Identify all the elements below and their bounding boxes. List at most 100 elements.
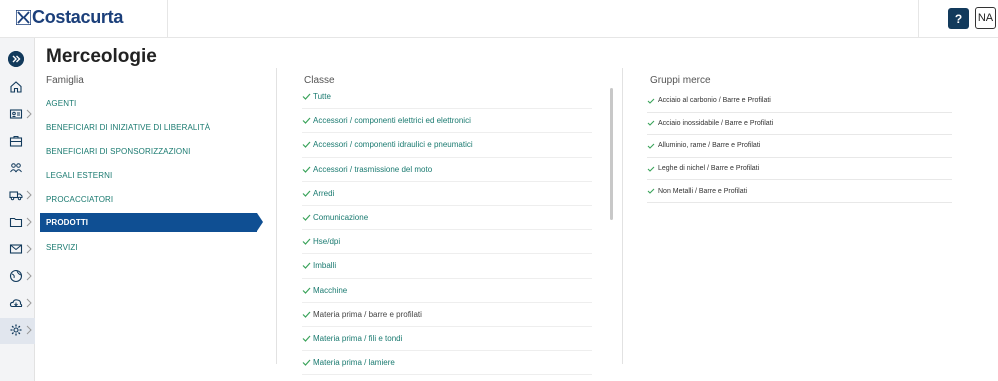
help-button[interactable]: ? [948,8,969,29]
classe-scrollbar[interactable] [610,88,613,220]
famiglia-item-beneficiari-liberalita[interactable]: BENEFICIARI DI INIZIATIVE DI LIBERALITÀ [40,115,264,139]
logo-mark-icon [16,9,31,25]
check-icon [302,335,311,342]
gruppi-list: Acciaio al carbonio / Barre e Profilati … [647,90,952,203]
check-icon [647,98,655,104]
classe-item[interactable]: Materia prima / fili e tondi [302,327,592,352]
sidebar [0,38,35,381]
chevron-right-icon [26,190,32,200]
home-icon [10,81,22,93]
sidebar-item-registry[interactable] [0,102,35,128]
gruppi-item[interactable]: Acciaio inossidabile / Barre e Profilati [647,113,952,136]
chevron-right-icon [26,298,32,308]
gruppi-item[interactable]: Non Metalli / Barre e Profilati [647,180,952,203]
famiglia-item-prodotti-selected[interactable]: PRODOTTI [40,213,263,232]
top-bar: Costacurta ? NA [0,0,998,38]
sidebar-item-messages[interactable] [0,237,35,263]
user-avatar[interactable]: NA [975,7,996,29]
check-icon [302,359,311,367]
sidebar-item-logistics[interactable] [0,183,35,209]
check-icon [302,93,311,100]
check-icon [647,143,655,149]
chevron-right-icon [26,217,32,227]
classe-item-label: Comunicazione [313,213,369,223]
gruppi-item[interactable]: Leghe di nichel / Barre e Profilati [647,158,952,181]
classe-item-label: Accessori / componenti idraulici e pneum… [313,140,473,150]
check-icon [647,166,655,172]
expand-sidebar-icon[interactable] [8,51,24,67]
globe-icon [9,269,23,283]
sidebar-item-documents[interactable] [0,210,35,236]
classe-item-label: Materia prima / fili e tondi [313,333,403,343]
gear-icon [10,324,22,336]
check-icon [302,117,311,125]
check-icon [647,121,655,127]
column-divider [622,68,623,364]
classe-item-label: Imballi [313,261,337,271]
classe-item-label: Accessori / componenti elettrici ed elet… [313,116,471,126]
classe-item[interactable]: Materia prima / lamiere [302,351,592,376]
check-icon [302,238,311,246]
sidebar-item-people[interactable] [0,156,35,182]
classe-item[interactable]: Tutte [302,85,592,110]
check-icon [302,311,311,318]
gruppi-item-label: Leghe di nichel / Barre e Profilati [658,165,760,173]
classe-item-label: Materia prima / barre e profilati [313,309,422,319]
classe-item[interactable]: Hse/dpi [302,230,592,255]
chevron-right-icon [26,271,32,281]
famiglia-item-servizi[interactable]: SERVIZI [40,235,264,259]
check-icon [302,190,311,197]
chevron-right-icon [26,244,32,254]
gruppi-header: Gruppi merce [650,75,711,86]
famiglia-item-legali-esterni[interactable]: LEGALI ESTERNI [40,163,264,187]
check-icon [647,188,655,194]
header-divider [167,0,168,38]
classe-list: Tutte Accessori / componenti elettrici e… [302,85,592,376]
people-icon [10,163,22,173]
mail-icon [9,244,23,254]
famiglia-list: AGENTI BENEFICIARI DI INIZIATIVE DI LIBE… [40,91,264,259]
check-icon [302,214,311,221]
classe-item-label: Hse/dpi [313,237,341,247]
gruppi-item-label: Alluminio, rame / Barre e Profilati [658,142,761,150]
classe-item-label: Macchine [313,285,348,295]
classe-item[interactable]: Accessori / componenti elettrici ed elet… [302,109,592,134]
gruppi-item[interactable]: Alluminio, rame / Barre e Profilati [647,135,952,158]
sidebar-item-settings[interactable] [0,318,35,344]
famiglia-item-beneficiari-sponsorizzazioni[interactable]: BENEFICIARI DI SPONSORIZZAZIONI [40,139,264,163]
brand-name: Costacurta [32,6,124,27]
gruppi-item[interactable]: Acciaio al carbonio / Barre e Profilati [647,90,952,113]
gruppi-item-label: Acciaio al carbonio / Barre e Profilati [658,97,771,105]
classe-item[interactable]: Macchine [302,279,592,303]
header-divider [918,0,919,38]
gruppi-item-label: Non Metalli / Barre e Profilati [658,187,748,195]
check-icon [302,166,311,173]
classe-item-label: Accessori / trasmissione del moto [313,164,433,174]
sidebar-item-home[interactable] [0,75,35,101]
check-icon [302,287,311,294]
column-divider [276,68,277,364]
cloud-download-icon [9,299,23,308]
sidebar-item-downloads[interactable] [0,291,35,317]
truck-icon [9,191,23,201]
gruppi-item-label: Acciaio inossidabile / Barre e Profilati [658,119,774,127]
brand-logo[interactable]: Costacurta [16,6,123,28]
classe-item-label: Tutte [313,92,331,102]
famiglia-item-procacciatori[interactable]: PROCACCIATORI [40,187,264,211]
famiglia-header: Famiglia [46,75,84,86]
classe-item[interactable]: Arredi [302,182,592,206]
classe-item[interactable]: Accessori / trasmissione del moto [302,158,592,182]
sidebar-item-global[interactable] [0,264,35,290]
chevron-right-icon [26,325,32,335]
classe-item-label: Materia prima / lamiere [313,358,395,368]
id-card-icon [9,109,23,119]
sidebar-item-business[interactable] [0,129,35,155]
classe-item[interactable]: Comunicazione [302,206,592,231]
famiglia-item-agenti[interactable]: AGENTI [40,91,264,115]
classe-item[interactable]: Accessori / componenti idraulici e pneum… [302,133,592,158]
classe-item[interactable]: Imballi [302,254,592,279]
page-title: Merceologie [46,46,157,67]
briefcase-icon [9,136,23,147]
chevron-right-icon [26,109,32,119]
classe-item[interactable]: Materia prima / barre e profilati [302,303,592,327]
